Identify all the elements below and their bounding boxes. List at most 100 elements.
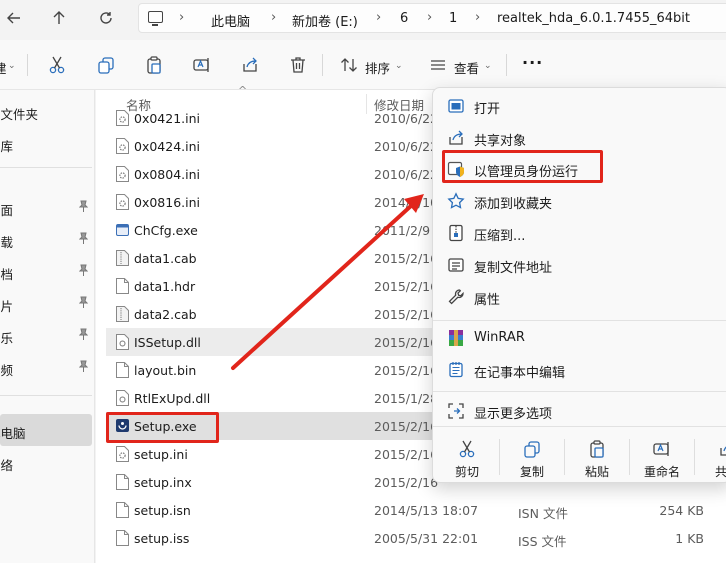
share-icon[interactable] (240, 55, 262, 77)
file-name: 0x0421.ini (134, 111, 201, 126)
sidebar-item-label: 桌面 (0, 203, 14, 218)
sidebar-item-label: 文档 (0, 267, 14, 282)
view-button[interactable]: 查看 (454, 58, 479, 77)
notepad-icon (449, 362, 463, 378)
toolbar-divider (322, 54, 323, 76)
cab-file-icon (116, 250, 129, 266)
file-date: 2015/2/16 (374, 475, 439, 490)
sort-icon[interactable] (339, 55, 361, 77)
sidebar-item-home[interactable]: 主文件夹 (0, 95, 92, 127)
rename-button[interactable]: 重命名 (630, 429, 694, 483)
settings-file-icon (116, 110, 129, 126)
cut-icon[interactable] (47, 55, 69, 77)
settings-file-icon (116, 138, 129, 154)
sort-chevron-up-icon: ^ (238, 84, 248, 97)
breadcrumb-folder-6[interactable]: 6 (400, 11, 408, 26)
view-icon[interactable] (428, 55, 450, 77)
sidebar-item-documents[interactable]: 文档 (0, 255, 92, 287)
file-name: setup.ini (134, 447, 188, 462)
up-arrow-icon[interactable] (45, 5, 73, 31)
menu-item-label: 共享对象 (474, 134, 527, 149)
menu-item-add-to-favorites[interactable]: 添加到收藏夹 (437, 186, 726, 216)
sidebar-item-label: 网络 (0, 458, 14, 473)
pin-icon (79, 232, 88, 244)
more-options-icon (448, 403, 464, 419)
rename-icon[interactable] (192, 55, 214, 77)
settings-file-icon (116, 446, 129, 462)
sort-button[interactable]: 排序 (365, 58, 390, 77)
cab-file-icon (116, 306, 129, 322)
sidebar-item-videos[interactable]: 视频 (0, 351, 92, 383)
file-date: 2014/7/10 (374, 195, 439, 210)
sidebar-item-this-pc[interactable]: 此电脑 (0, 414, 92, 446)
sidebar-item-label: 此电脑 (0, 426, 26, 441)
pin-icon (79, 200, 88, 212)
address-bar-row: › 此电脑 › 新加卷 (E:) › 6 › 1 › realtek_hda_6… (0, 0, 726, 37)
zip-icon (449, 224, 463, 242)
action-label: 重命名 (643, 465, 680, 479)
breadcrumb-drive[interactable]: 新加卷 (E:) (292, 11, 358, 30)
file-date: 2011/2/9 (374, 223, 431, 238)
cut-icon (459, 440, 475, 458)
pin-icon (79, 360, 88, 372)
menu-item-label: 显示更多选项 (474, 407, 553, 422)
menu-item-label: 添加到收藏夹 (474, 197, 553, 212)
sidebar-item-music[interactable]: 音乐 (0, 319, 92, 351)
back-arrow-icon[interactable] (0, 5, 28, 31)
menu-item-properties[interactable]: 属性 (437, 282, 726, 312)
menu-item-open[interactable]: 打开 (437, 91, 726, 121)
sidebar-item-gallery[interactable]: 图库 (0, 127, 92, 159)
context-menu-actions: 剪切 复制 粘贴 重命名 共享 (433, 429, 726, 483)
file-icon (116, 530, 129, 546)
file-icon (116, 362, 129, 378)
sidebar-item-pictures[interactable]: 图片 (0, 287, 92, 319)
sidebar-item-desktop[interactable]: 桌面 (0, 191, 92, 223)
dll-file-icon (116, 334, 129, 350)
paste-button[interactable]: 粘贴 (565, 429, 629, 483)
delete-icon[interactable] (288, 55, 310, 77)
more-options-button[interactable]: ··· (522, 53, 543, 72)
file-name: layout.bin (134, 363, 197, 378)
file-icon (116, 474, 129, 490)
sidebar-item-label: 下载 (0, 235, 14, 250)
menu-item-label: 打开 (474, 102, 501, 117)
menu-item-share[interactable]: 共享对象 (437, 123, 726, 153)
refresh-icon[interactable] (92, 5, 120, 31)
table-row[interactable]: setup.iss 2005/5/31 22:01 ISS 文件 1 KB (106, 524, 726, 552)
chevron-right-icon: › (427, 10, 433, 25)
breadcrumb-current-folder[interactable]: realtek_hda_6.0.1.7455_64bit (497, 11, 690, 26)
file-icon (116, 502, 129, 518)
breadcrumb-folder-1[interactable]: 1 (449, 11, 457, 26)
copy-button[interactable]: 复制 (500, 429, 564, 483)
sidebar-item-network[interactable]: 网络 (0, 446, 92, 478)
file-name: ChCfg.exe (134, 223, 198, 238)
menu-divider (433, 426, 726, 427)
cut-button[interactable]: 剪切 (435, 429, 499, 483)
copy-icon[interactable] (96, 55, 118, 77)
sidebar-divider (0, 395, 92, 396)
address-box[interactable]: › 此电脑 › 新加卷 (E:) › 6 › 1 › realtek_hda_6… (138, 3, 726, 33)
menu-item-copy-path[interactable]: 复制文件地址 (437, 250, 726, 280)
menu-item-label: WinRAR (474, 330, 525, 345)
file-date: 2015/2/16 (374, 251, 439, 266)
menu-item-compress[interactable]: 压缩到... (437, 218, 726, 248)
share-icon (449, 130, 463, 145)
action-label: 复制 (519, 465, 544, 479)
chevron-down-icon: ⌄ (8, 61, 16, 71)
menu-item-show-more-options[interactable]: 显示更多选项 (437, 396, 726, 426)
share-button[interactable]: 共享 (695, 429, 726, 483)
menu-divider (433, 320, 726, 321)
chevron-down-icon: ⌄ (484, 61, 492, 71)
paste-icon[interactable] (144, 55, 166, 77)
new-button-label[interactable]: 建 (0, 58, 7, 77)
sidebar-item-label: 图库 (0, 139, 14, 154)
file-date: 2015/2/16 (374, 419, 439, 434)
menu-item-winrar[interactable]: WinRAR (437, 323, 726, 353)
breadcrumb-this-pc[interactable]: 此电脑 (211, 11, 250, 30)
file-name: setup.inx (134, 475, 192, 490)
rename-icon (653, 442, 669, 456)
sidebar-item-downloads[interactable]: 下载 (0, 223, 92, 255)
table-row[interactable]: setup.isn 2014/5/13 18:07 ISN 文件 254 KB (106, 496, 726, 524)
menu-item-edit-in-notepad[interactable]: 在记事本中编辑 (437, 355, 726, 385)
open-icon (448, 99, 464, 113)
